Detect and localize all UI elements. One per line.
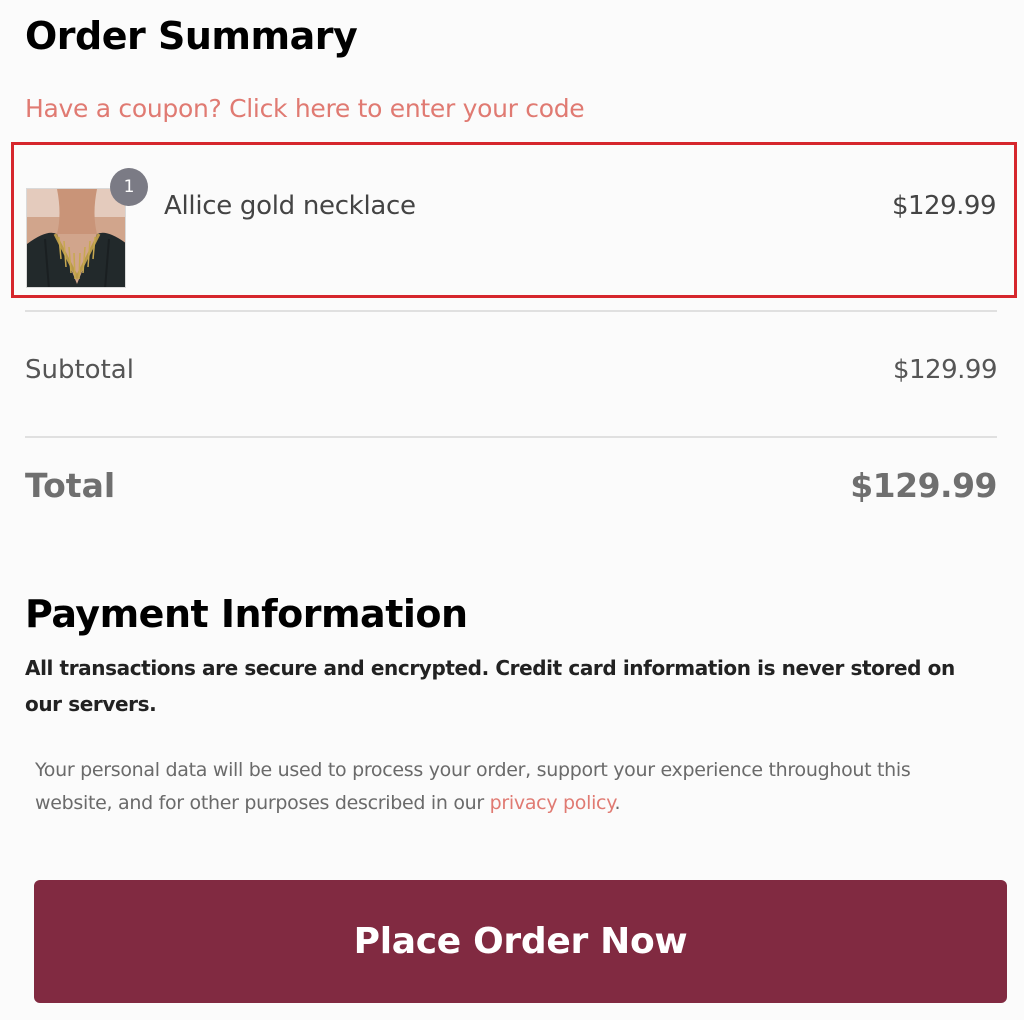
necklace-image: [27, 189, 125, 287]
privacy-notice: Your personal data will be used to proce…: [35, 754, 985, 820]
cart-item-row: 1 Allice gold necklace $129.99: [11, 142, 1017, 298]
payment-information-title: Payment Information: [25, 592, 468, 636]
total-label: Total: [25, 466, 116, 505]
privacy-policy-link[interactable]: privacy policy: [490, 792, 615, 814]
coupon-link[interactable]: Have a coupon? Click here to enter your …: [25, 94, 585, 123]
product-name: Allice gold necklace: [164, 191, 416, 221]
privacy-text-before: Your personal data will be used to proce…: [35, 759, 911, 814]
quantity-badge: 1: [110, 168, 148, 206]
subtotal-value: $129.99: [892, 355, 998, 385]
product-price: $129.99: [891, 191, 997, 221]
order-summary-title: Order Summary: [25, 14, 358, 58]
divider: [25, 436, 997, 438]
total-value: $129.99: [850, 466, 997, 505]
product-thumbnail: [26, 188, 126, 288]
privacy-text-after: .: [614, 792, 621, 814]
checkout-page: Order Summary Have a coupon? Click here …: [0, 0, 1024, 1020]
subtotal-label: Subtotal: [25, 355, 134, 385]
divider: [25, 310, 997, 312]
secure-transactions-text: All transactions are secure and encrypte…: [25, 656, 955, 716]
place-order-button[interactable]: Place Order Now: [34, 880, 1007, 1003]
